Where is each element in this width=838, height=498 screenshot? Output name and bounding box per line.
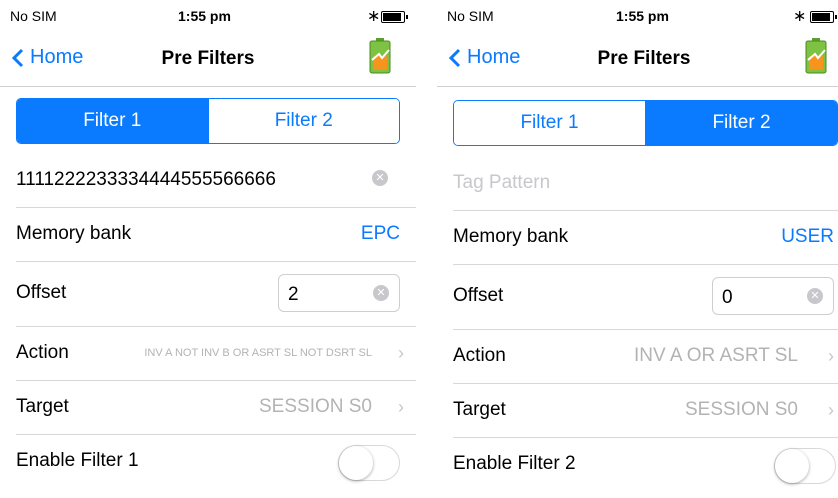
clock: 1:55 pm: [616, 8, 669, 24]
nav-bar: Home Pre Filters: [437, 34, 838, 87]
memory-bank-row[interactable]: Memory bank EPC: [16, 208, 416, 262]
enable-filter-row: Enable Filter 1: [16, 435, 416, 488]
page-title: Pre Filters: [597, 48, 691, 69]
back-button[interactable]: Home: [12, 46, 83, 69]
tag-pattern-input[interactable]: Tag Pattern: [453, 172, 550, 194]
status-bar: No SIM 1:55 pm ∗: [0, 0, 416, 34]
enable-filter-toggle[interactable]: [338, 445, 400, 481]
tag-pattern-row[interactable]: 1111222233334444555566666 ✕: [16, 154, 416, 208]
clear-icon[interactable]: ✕: [372, 170, 388, 186]
memory-bank-value[interactable]: USER: [781, 226, 834, 248]
offset-row: Offset 2 ✕: [16, 262, 416, 327]
offset-value: 0: [722, 287, 733, 308]
offset-field[interactable]: 0 ✕: [712, 277, 834, 315]
battery-status-icon: [810, 11, 837, 23]
clock: 1:55 pm: [178, 8, 231, 24]
battery-status-icon: [381, 11, 408, 23]
nav-bar: Home Pre Filters: [0, 34, 416, 87]
target-value: SESSION S0: [259, 396, 372, 417]
chevron-right-icon: ›: [398, 397, 404, 417]
settings-list: Tag Pattern Memory bank USER Offset 0 ✕ …: [437, 157, 838, 491]
tag-pattern-row[interactable]: Tag Pattern: [453, 157, 838, 211]
target-row[interactable]: Target SESSION S0 ›: [453, 384, 838, 438]
reader-battery-icon: [369, 38, 391, 74]
carrier-label: No SIM: [10, 8, 57, 24]
status-bar: No SIM 1:55 pm ∗: [437, 0, 838, 34]
bluetooth-icon: ∗: [367, 8, 381, 25]
bluetooth-icon: ∗: [793, 8, 807, 25]
action-row[interactable]: Action INV A OR ASRT SL ›: [453, 330, 838, 384]
target-label: Target: [16, 396, 69, 417]
action-row[interactable]: Action INV A NOT INV B OR ASRT SL NOT DS…: [16, 327, 416, 381]
chevron-right-icon: ›: [828, 346, 834, 366]
clear-icon[interactable]: ✕: [373, 285, 389, 301]
enable-filter-toggle[interactable]: [774, 448, 836, 484]
screen-filter-2: No SIM 1:55 pm ∗ Home Pre Filters Filter…: [437, 0, 838, 498]
tag-pattern-input[interactable]: 1111222233334444555566666: [16, 169, 276, 191]
tab-filter-2[interactable]: Filter 2: [645, 101, 837, 145]
chevron-left-icon: [449, 48, 461, 67]
chevron-right-icon: ›: [828, 400, 834, 420]
offset-label: Offset: [453, 285, 504, 306]
settings-list: 1111222233334444555566666 ✕ Memory bank …: [0, 154, 416, 488]
action-value: INV A NOT INV B OR ASRT SL NOT DSRT SL: [144, 347, 372, 359]
clear-icon[interactable]: ✕: [807, 288, 823, 304]
carrier-label: No SIM: [447, 8, 494, 24]
enable-filter-label: Enable Filter 2: [453, 453, 576, 474]
enable-filter-row: Enable Filter 2: [453, 438, 838, 491]
action-value: INV A OR ASRT SL: [633, 345, 798, 366]
back-label: Home: [467, 46, 521, 68]
chevron-left-icon: [12, 48, 24, 67]
offset-value: 2: [288, 284, 299, 305]
action-label: Action: [453, 345, 506, 366]
screen-filter-1: No SIM 1:55 pm ∗ Home Pre Filters Filter…: [0, 0, 416, 498]
tab-filter-1[interactable]: Filter 1: [454, 101, 645, 145]
action-label: Action: [16, 342, 69, 363]
offset-label: Offset: [16, 282, 67, 303]
target-value: SESSION S0: [685, 399, 798, 420]
memory-bank-label: Memory bank: [453, 226, 569, 247]
back-label: Home: [30, 46, 84, 68]
back-button[interactable]: Home: [449, 46, 520, 69]
memory-bank-label: Memory bank: [16, 223, 132, 244]
tab-filter-2[interactable]: Filter 2: [207, 99, 399, 143]
filter-segmented-control: Filter 1 Filter 2: [453, 100, 838, 146]
offset-row: Offset 0 ✕: [453, 265, 838, 330]
offset-field[interactable]: 2 ✕: [278, 274, 400, 312]
tab-filter-1[interactable]: Filter 1: [17, 99, 208, 143]
chevron-right-icon: ›: [398, 343, 404, 363]
filter-segmented-control: Filter 1 Filter 2: [16, 98, 400, 144]
enable-filter-label: Enable Filter 1: [16, 450, 139, 471]
target-label: Target: [453, 399, 506, 420]
page-title: Pre Filters: [161, 48, 255, 69]
memory-bank-value[interactable]: EPC: [361, 223, 400, 245]
reader-battery-icon: [805, 38, 827, 74]
target-row[interactable]: Target SESSION S0 ›: [16, 381, 416, 435]
memory-bank-row[interactable]: Memory bank USER: [453, 211, 838, 265]
